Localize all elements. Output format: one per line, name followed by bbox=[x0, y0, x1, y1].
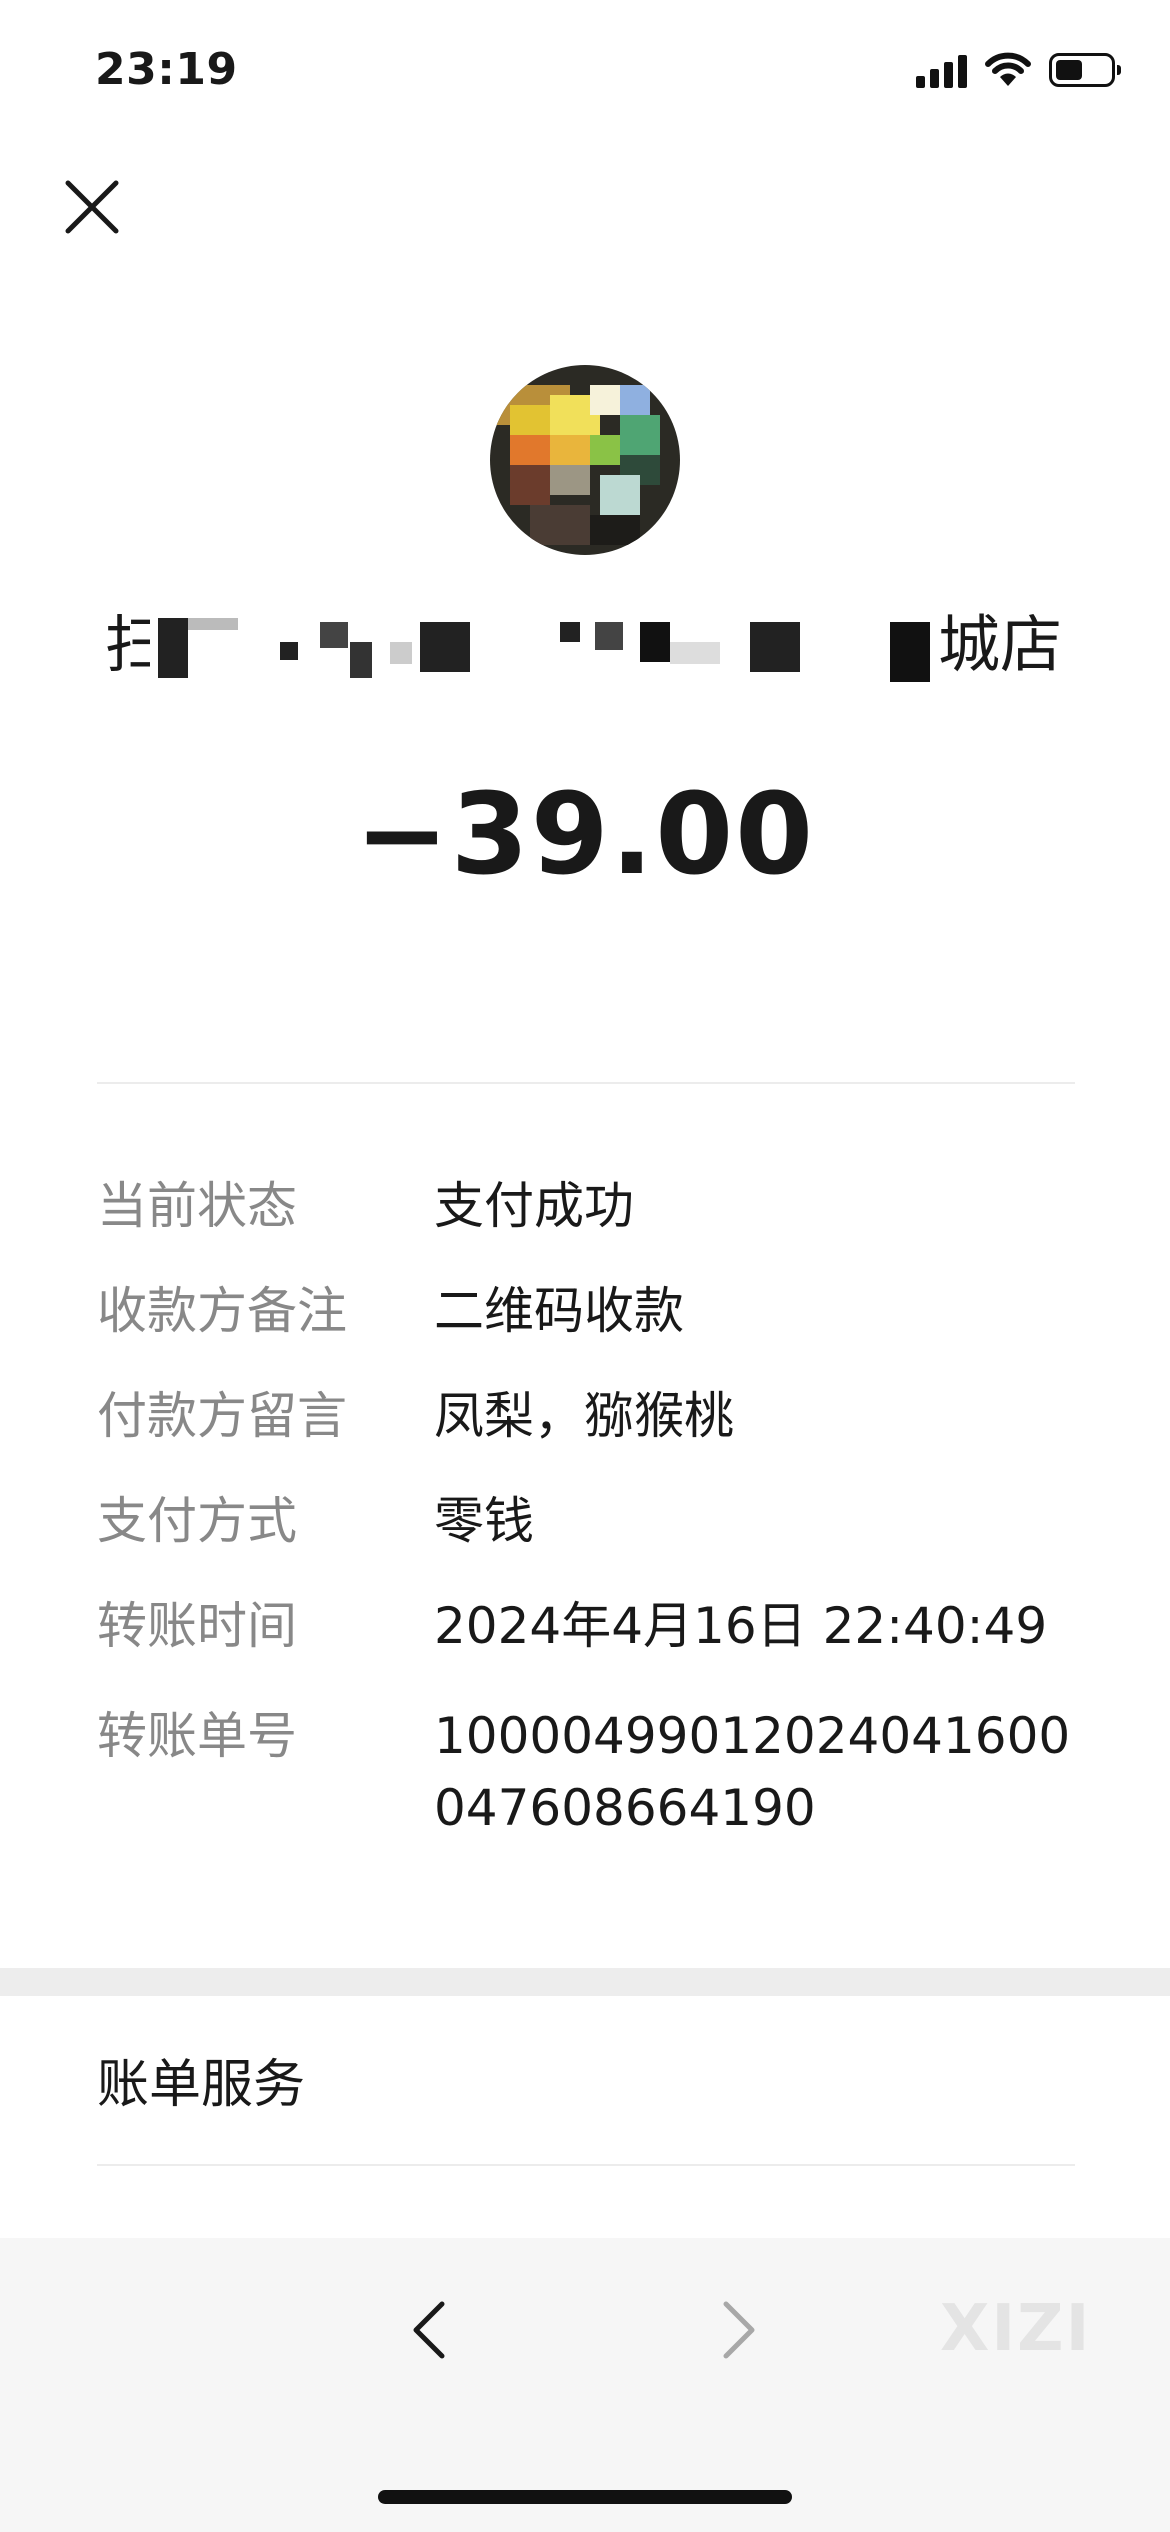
chevron-left-icon[interactable] bbox=[392, 2290, 472, 2370]
detail-row-transfer-time: 转账时间 2024年4月16日 22:40:49 bbox=[97, 1590, 1075, 1662]
detail-row-status: 当前状态 支付成功 bbox=[97, 1170, 1075, 1242]
browser-toolbar bbox=[0, 2238, 1170, 2532]
close-icon[interactable] bbox=[60, 175, 124, 239]
detail-value: 凤梨，猕猴桃 bbox=[434, 1387, 734, 1445]
cellular-signal-icon bbox=[916, 52, 967, 88]
detail-label: 转账时间 bbox=[97, 1597, 297, 1655]
detail-label: 转账单号 bbox=[97, 1707, 297, 1765]
bill-service-item[interactable]: 账单服务 bbox=[97, 2042, 305, 2117]
divider bbox=[97, 2164, 1075, 2166]
detail-row-payer-message: 付款方留言 凤梨，猕猴桃 bbox=[97, 1380, 1075, 1452]
transaction-amount: −39.00 bbox=[354, 770, 816, 900]
detail-value: 二维码收款 bbox=[434, 1282, 684, 1340]
detail-label: 收款方备注 bbox=[97, 1282, 347, 1340]
detail-value: 零钱 bbox=[434, 1492, 534, 1550]
merchant-name-mosaic bbox=[150, 612, 940, 692]
home-indicator[interactable] bbox=[378, 2490, 792, 2504]
watermark-logo: XIZI bbox=[940, 2292, 1092, 2366]
divider bbox=[97, 1082, 1075, 1084]
status-icons bbox=[916, 52, 1121, 88]
detail-row-payment-method: 支付方式 零钱 bbox=[97, 1485, 1075, 1557]
detail-row-transfer-number[interactable]: 转账单号 100004990120240416000476086641​90 bbox=[97, 1700, 1075, 1844]
detail-label: 支付方式 bbox=[97, 1492, 297, 1550]
section-separator bbox=[0, 1968, 1170, 1996]
battery-icon bbox=[1049, 53, 1121, 87]
chevron-right-icon[interactable] bbox=[696, 2290, 776, 2370]
merchant-avatar bbox=[490, 365, 680, 555]
detail-label: 当前状态 bbox=[97, 1177, 297, 1235]
detail-row-payee-note: 收款方备注 二维码收款 bbox=[97, 1275, 1075, 1347]
status-time: 23:19 bbox=[95, 44, 238, 95]
merchant-name-end: 城店 bbox=[938, 608, 1063, 681]
transfer-number-value[interactable]: 100004990120240416000476086641​90 bbox=[434, 1700, 1075, 1844]
detail-value: 2024年4月16日 22:40:49 bbox=[434, 1597, 1048, 1655]
detail-value: 支付成功 bbox=[434, 1177, 634, 1235]
wifi-icon bbox=[985, 52, 1031, 86]
detail-label: 付款方留言 bbox=[97, 1387, 347, 1445]
